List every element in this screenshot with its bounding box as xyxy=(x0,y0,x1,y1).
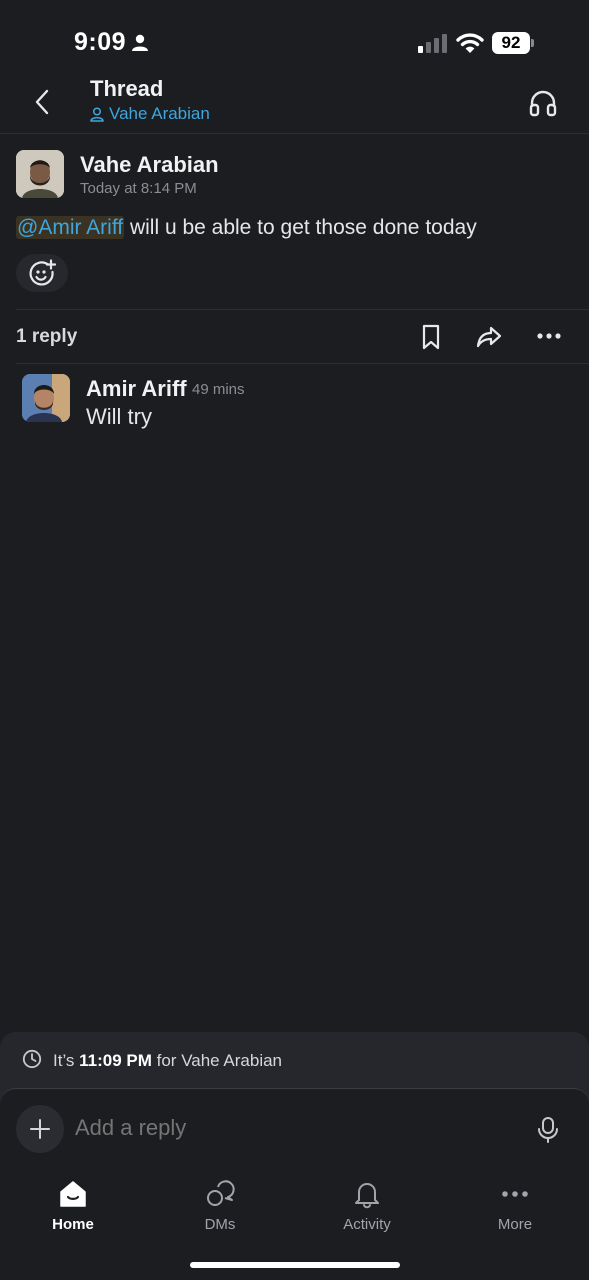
tab-label: DMs xyxy=(204,1216,236,1233)
home-icon xyxy=(57,1178,89,1210)
message-timestamp: Today at 8:14 PM xyxy=(80,180,197,197)
status-time: 9:09 xyxy=(74,28,127,56)
message-text: will u be able to get those done today xyxy=(124,216,477,239)
avatar-photo xyxy=(16,150,64,198)
divider xyxy=(16,363,589,364)
tab-label: Activity xyxy=(343,1216,391,1233)
bell-icon xyxy=(351,1178,383,1210)
tab-more[interactable]: More xyxy=(455,1172,575,1242)
home-indicator[interactable] xyxy=(190,1262,400,1268)
reply-sender-name[interactable]: Amir Ariff xyxy=(86,376,187,402)
tab-label: More xyxy=(497,1216,533,1233)
microphone-icon[interactable] xyxy=(537,1116,559,1144)
channel-name: Vahe Arabian xyxy=(109,104,210,123)
dms-icon xyxy=(204,1178,236,1210)
avatar[interactable] xyxy=(16,150,64,198)
local-time-prefix: It’s xyxy=(53,1051,80,1070)
person-icon xyxy=(132,34,148,51)
avatar[interactable] xyxy=(22,374,70,422)
reply-text: Will try xyxy=(86,404,152,429)
status-bar: 9:09 92 xyxy=(0,0,589,80)
reply-input[interactable] xyxy=(75,1115,495,1141)
reply-count: 1 reply xyxy=(16,326,78,347)
plus-icon xyxy=(30,1119,50,1139)
back-chevron-icon[interactable] xyxy=(32,88,54,116)
message-body: @Amir Ariff will u be able to get those … xyxy=(16,216,576,240)
thread-header: Thread Vahe Arabian xyxy=(0,72,589,134)
reply-composer xyxy=(0,1088,589,1172)
local-time-suffix: for Vahe Arabian xyxy=(151,1051,283,1070)
sender-name[interactable]: Vahe Arabian xyxy=(80,152,219,178)
clock-icon xyxy=(22,1049,42,1069)
tab-dms[interactable]: DMs xyxy=(160,1172,280,1242)
local-time-text: It’s 11:09 PM for Vahe Arabian xyxy=(53,1051,282,1071)
reply-message: Amir Ariff 49 mins Will try xyxy=(22,374,582,430)
battery-level: 92 xyxy=(501,33,521,52)
more-icon xyxy=(499,1178,531,1210)
channel-link[interactable]: Vahe Arabian xyxy=(90,104,210,124)
local-time-value: 11:09 PM xyxy=(79,1051,152,1070)
battery-cap xyxy=(531,39,534,47)
user-mention[interactable]: @Amir Ariff xyxy=(16,216,125,239)
avatar-photo xyxy=(22,374,70,422)
tab-activity[interactable]: Activity xyxy=(307,1172,427,1242)
bookmark-icon[interactable] xyxy=(421,324,441,350)
wifi-icon xyxy=(456,33,484,53)
signal-icon xyxy=(418,34,447,53)
share-icon[interactable] xyxy=(476,326,502,348)
battery-indicator: 92 xyxy=(492,32,534,54)
thread-screen: 9:09 92 Thread Vahe Arabian Vahe Arabian… xyxy=(0,0,589,1280)
user-icon xyxy=(90,106,104,122)
headphones-icon[interactable] xyxy=(528,88,558,118)
more-options-icon[interactable] xyxy=(536,332,562,340)
page-title: Thread xyxy=(90,76,164,101)
add-emoji-icon xyxy=(29,259,56,286)
reply-timestamp: 49 mins xyxy=(192,381,245,398)
thread-actions-bar: 1 reply xyxy=(0,310,589,364)
add-reaction-button[interactable] xyxy=(16,254,68,292)
tab-home[interactable]: Home xyxy=(13,1172,133,1242)
add-attachment-button[interactable] xyxy=(16,1105,64,1153)
tab-label: Home xyxy=(52,1216,94,1233)
